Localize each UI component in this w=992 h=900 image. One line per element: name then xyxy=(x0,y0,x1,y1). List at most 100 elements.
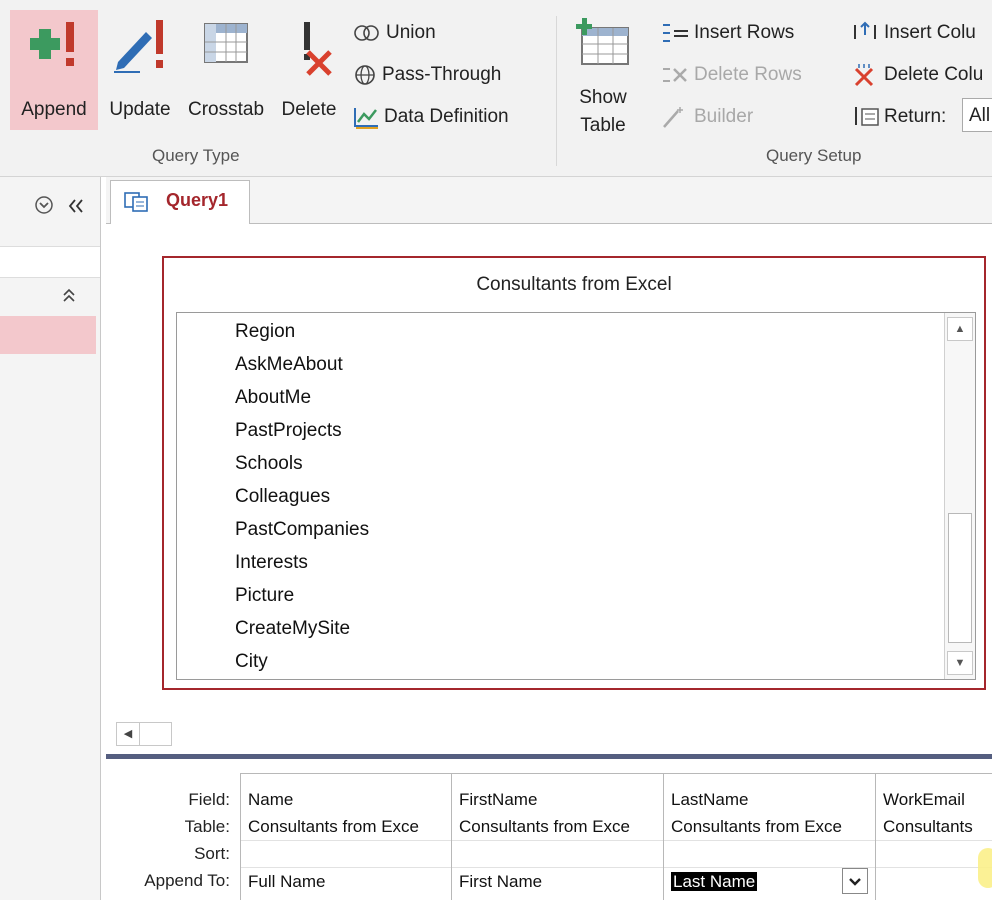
grid-cell-table[interactable]: Consultants from Exce xyxy=(248,817,448,837)
ribbon: Append Update Crosstab Delete Union Pass… xyxy=(0,0,992,177)
grid-row-label-sort: Sort: xyxy=(194,844,230,863)
field-item[interactable]: Picture xyxy=(235,585,294,607)
nav-search-box[interactable] xyxy=(0,246,100,278)
query-setup-group-label: Query Setup xyxy=(766,146,862,165)
field-list: Region AskMeAbout AboutMe PastProjects S… xyxy=(176,312,976,680)
show-table-label-line2: Table xyxy=(580,115,626,136)
shutter-collapse-icon[interactable] xyxy=(66,197,86,215)
globe-icon xyxy=(355,65,375,85)
crosstab-grid-icon xyxy=(204,23,248,63)
delete-rows-button[interactable]: Delete Rows xyxy=(660,58,802,92)
grid-row-label-field: Field: xyxy=(188,790,230,809)
grid-cell-table[interactable]: Consultants from Exce xyxy=(671,817,871,837)
tab-query1-label: Query1 xyxy=(166,190,229,210)
pass-through-button[interactable]: Pass-Through xyxy=(352,58,501,92)
data-definition-button[interactable]: Data Definition xyxy=(352,100,509,134)
delete-query-button[interactable]: Delete xyxy=(274,10,344,130)
builder-label: Builder xyxy=(694,106,754,127)
scroll-left-arrow-icon[interactable]: ◀ xyxy=(117,723,140,745)
update-button[interactable]: Update xyxy=(100,10,180,130)
grid-row-label-append-to: Append To: xyxy=(144,871,230,890)
delete-rows-icon xyxy=(663,67,687,82)
show-table-label-line1: Show xyxy=(579,87,627,108)
delete-columns-button[interactable]: Delete Colu xyxy=(850,58,983,92)
field-list-scrollbar[interactable]: ▲ ▼ xyxy=(944,313,975,679)
field-list-title[interactable]: Consultants from Excel xyxy=(164,274,984,296)
insert-columns-button[interactable]: Insert Colu xyxy=(850,16,976,50)
union-button[interactable]: Union xyxy=(352,16,436,50)
union-icon xyxy=(354,25,379,41)
grid-row-divider xyxy=(240,840,992,841)
horizontal-scrollbar[interactable]: ◀ xyxy=(116,722,172,746)
insert-rows-icon xyxy=(663,23,688,42)
grid-cell-field[interactable]: LastName xyxy=(671,790,871,810)
grid-cell-field[interactable]: Name xyxy=(248,790,448,810)
scroll-down-arrow-icon[interactable]: ▼ xyxy=(947,651,973,675)
grid-column-separator xyxy=(240,773,241,900)
update-pencil-icon xyxy=(114,20,163,73)
append-label: Append xyxy=(21,99,87,120)
group-collapse-icon[interactable] xyxy=(60,287,78,305)
grid-cell-field[interactable]: FirstName xyxy=(459,790,659,810)
pass-through-label: Pass-Through xyxy=(382,64,502,85)
crosstab-label: Crosstab xyxy=(187,99,265,120)
append-button[interactable]: Append xyxy=(10,10,98,130)
field-list-window[interactable]: Consultants from Excel Region AskMeAbout… xyxy=(162,256,986,690)
field-item[interactable]: Interests xyxy=(235,552,308,574)
builder-wand-icon xyxy=(663,106,683,128)
field-item[interactable]: Schools xyxy=(235,453,303,475)
insert-rows-label: Insert Rows xyxy=(694,22,795,43)
return-icon xyxy=(855,106,879,126)
cursor-highlight xyxy=(978,848,992,888)
chevron-down-icon xyxy=(849,878,861,886)
show-table-button[interactable]: Show Table xyxy=(566,10,640,136)
data-definition-icon xyxy=(354,107,378,129)
delete-columns-label: Delete Colu xyxy=(884,64,984,85)
delete-columns-icon xyxy=(854,63,874,87)
tab-query1[interactable]: Query1 xyxy=(110,180,250,224)
scroll-thumb[interactable] xyxy=(948,513,972,643)
grid-cell-append-to-input[interactable]: Last Name xyxy=(671,872,831,892)
field-item[interactable]: Colleagues xyxy=(235,486,330,508)
field-item[interactable]: CreateMySite xyxy=(235,618,350,640)
insert-columns-label: Insert Colu xyxy=(884,22,976,43)
grid-cell-append-to[interactable]: Full Name xyxy=(248,872,448,892)
field-item[interactable]: AskMeAbout xyxy=(235,354,343,376)
delete-rows-label: Delete Rows xyxy=(694,64,802,85)
builder-button[interactable]: Builder xyxy=(660,100,753,134)
grid-cell-table[interactable]: Consultants from Exce xyxy=(459,817,659,837)
delete-x-icon xyxy=(304,22,332,76)
append-to-dropdown-button[interactable] xyxy=(842,868,868,894)
return-label: Return: xyxy=(884,106,947,127)
nav-selected-item[interactable] xyxy=(0,316,96,354)
grid-column-separator xyxy=(451,773,452,900)
grid-cell-append-to[interactable]: First Name xyxy=(459,872,659,892)
scroll-up-arrow-icon[interactable]: ▲ xyxy=(947,317,973,341)
query-type-group-label: Query Type xyxy=(152,146,240,165)
return-label-row: Return: xyxy=(850,100,946,134)
field-item[interactable]: PastProjects xyxy=(235,420,342,442)
ribbon-separator xyxy=(556,16,557,166)
insert-columns-icon xyxy=(854,21,876,39)
nav-menu-dropdown-icon[interactable] xyxy=(34,195,54,215)
navigation-pane xyxy=(0,177,101,900)
grid-cell-table[interactable]: Consultants xyxy=(883,817,992,837)
grid-top-border xyxy=(240,773,992,774)
grid-cell-field[interactable]: WorkEmail xyxy=(883,790,992,810)
field-item[interactable]: City xyxy=(235,651,268,673)
show-table-icon xyxy=(576,18,629,65)
grid-column-separator xyxy=(663,773,664,900)
field-item[interactable]: PastCompanies xyxy=(235,519,369,541)
return-combo[interactable]: All xyxy=(962,98,992,132)
crosstab-button[interactable]: Crosstab xyxy=(180,10,272,130)
field-item[interactable]: Region xyxy=(235,321,295,343)
grid-row-divider xyxy=(240,867,992,868)
grid-column-separator xyxy=(875,773,876,900)
append-icon xyxy=(30,22,74,66)
delete-label: Delete xyxy=(281,99,337,120)
field-item[interactable]: AboutMe xyxy=(235,387,311,409)
insert-rows-button[interactable]: Insert Rows xyxy=(660,16,794,50)
query-tab-icon xyxy=(124,192,148,212)
data-definition-label: Data Definition xyxy=(384,106,509,127)
update-label: Update xyxy=(109,99,171,120)
